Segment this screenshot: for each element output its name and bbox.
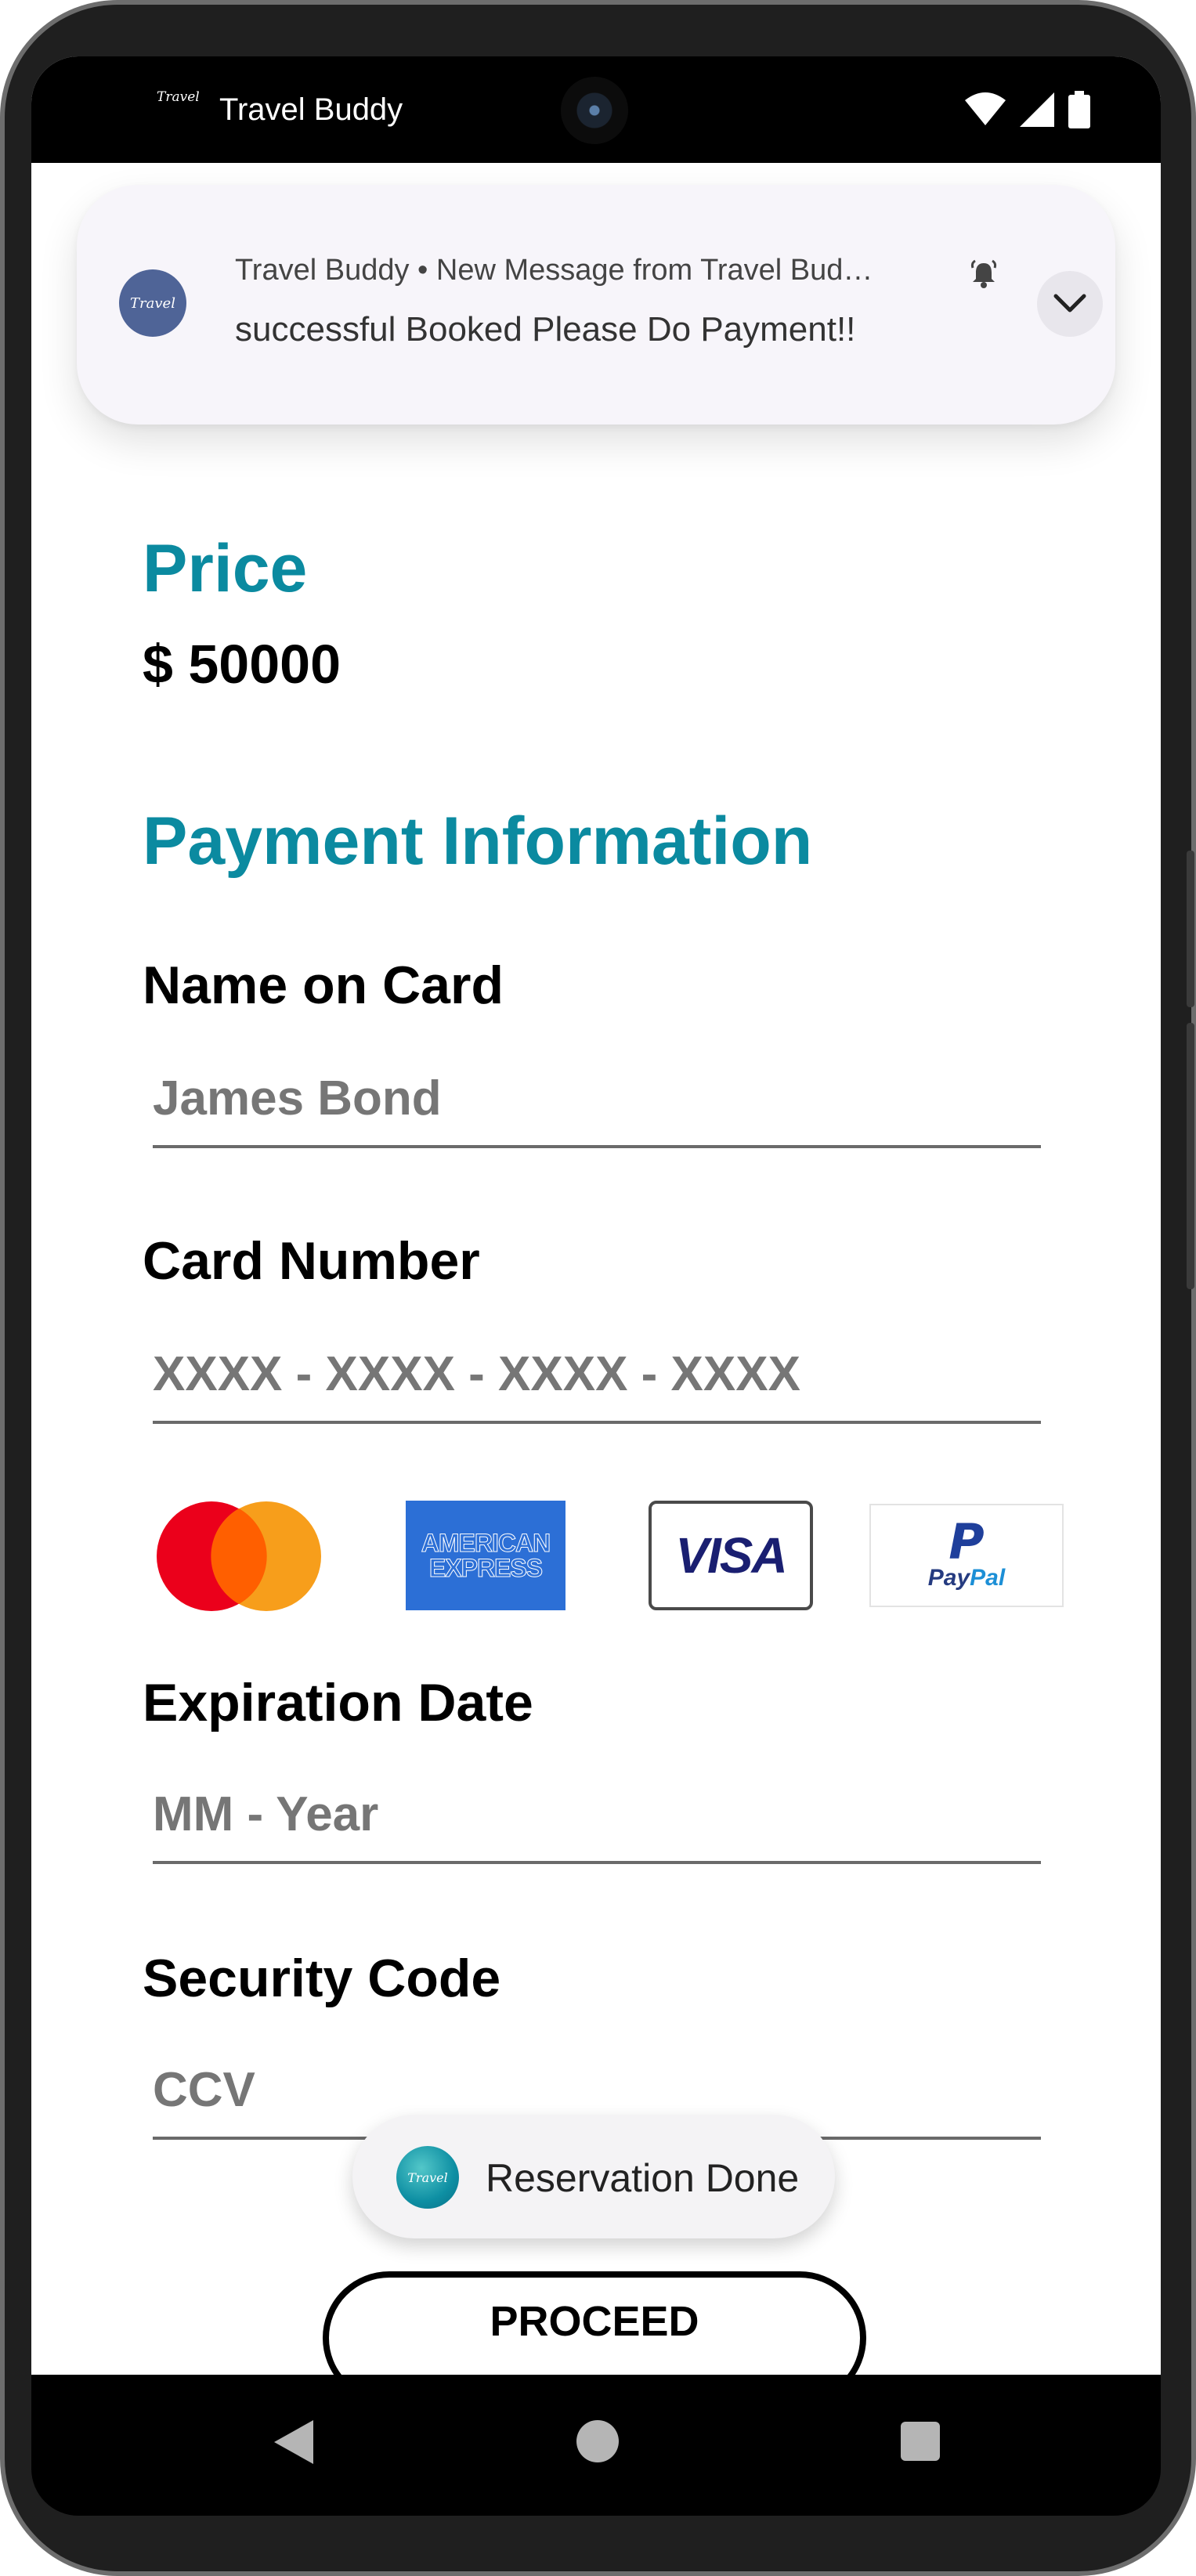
status-bar-app-name: Travel Buddy <box>219 92 403 127</box>
mastercard-logo <box>157 1501 321 1611</box>
notification-message: successful Booked Please Do Payment!! <box>235 310 856 349</box>
toast-icon-text: Travel <box>407 2170 448 2185</box>
card-number-label: Card Number <box>143 1231 480 1291</box>
security-code-label: Security Code <box>143 1949 501 2008</box>
paypal-pay: Pay <box>927 1565 970 1591</box>
status-bar: Travel Travel Buddy <box>31 56 1161 163</box>
expiration-date-label: Expiration Date <box>143 1673 533 1732</box>
chevron-down-icon <box>1053 294 1086 313</box>
name-on-card-label: Name on Card <box>143 956 504 1015</box>
status-icons <box>965 89 1090 130</box>
home-icon[interactable] <box>576 2420 619 2462</box>
american-express-logo: AMERICAN EXPRESS <box>406 1501 565 1610</box>
toast-text: Reservation Done <box>486 2156 800 2200</box>
navigation-bar <box>31 2375 1161 2516</box>
paypal-mark: P <box>948 1513 985 1570</box>
front-camera <box>561 77 628 144</box>
paypal-pal: Pal <box>970 1565 1006 1591</box>
app-screen: Travel Travel Buddy Travel Travel Buddy … <box>31 56 1161 2375</box>
payment-info-title: Payment Information <box>143 804 813 879</box>
push-notification[interactable]: Travel Travel Buddy • New Message from T… <box>77 185 1115 425</box>
proceed-button[interactable]: PROCEED <box>323 2271 866 2375</box>
app-logo-icon: Travel <box>157 91 200 130</box>
paypal-logo: P PayPal <box>869 1504 1064 1607</box>
price-value: $ 50000 <box>143 634 341 695</box>
visa-logo: VISA <box>649 1501 813 1610</box>
battery-icon <box>1068 91 1090 128</box>
price-title: Price <box>143 531 308 606</box>
amex-line-1: AMERICAN <box>421 1529 551 1557</box>
toast-app-icon: Travel <box>396 2146 459 2209</box>
back-icon[interactable] <box>274 2420 313 2464</box>
amex-line-2: EXPRESS <box>428 1554 543 1582</box>
notification-header: Travel Buddy • New Message from Travel B… <box>235 254 873 287</box>
notification-app-icon: Travel <box>119 269 186 337</box>
bell-icon <box>970 259 997 288</box>
name-on-card-input[interactable] <box>153 1067 1041 1148</box>
recent-apps-icon[interactable] <box>901 2422 940 2461</box>
signal-icon <box>1020 92 1054 127</box>
notification-avatar-text: Travel <box>130 294 175 312</box>
volume-button <box>1187 1023 1194 1289</box>
power-button <box>1187 851 1194 1007</box>
visa-text: VISA <box>675 1527 787 1584</box>
wifi-icon <box>965 92 1006 125</box>
paypal-wordmark: PayPal <box>928 1565 1005 1591</box>
app-logo-text: Travel <box>157 89 200 105</box>
notification-expand-button[interactable] <box>1037 271 1103 337</box>
toast-message: Travel Reservation Done <box>352 2115 835 2238</box>
card-number-input[interactable] <box>153 1342 1041 1424</box>
expiration-date-input[interactable] <box>153 1783 1041 1864</box>
